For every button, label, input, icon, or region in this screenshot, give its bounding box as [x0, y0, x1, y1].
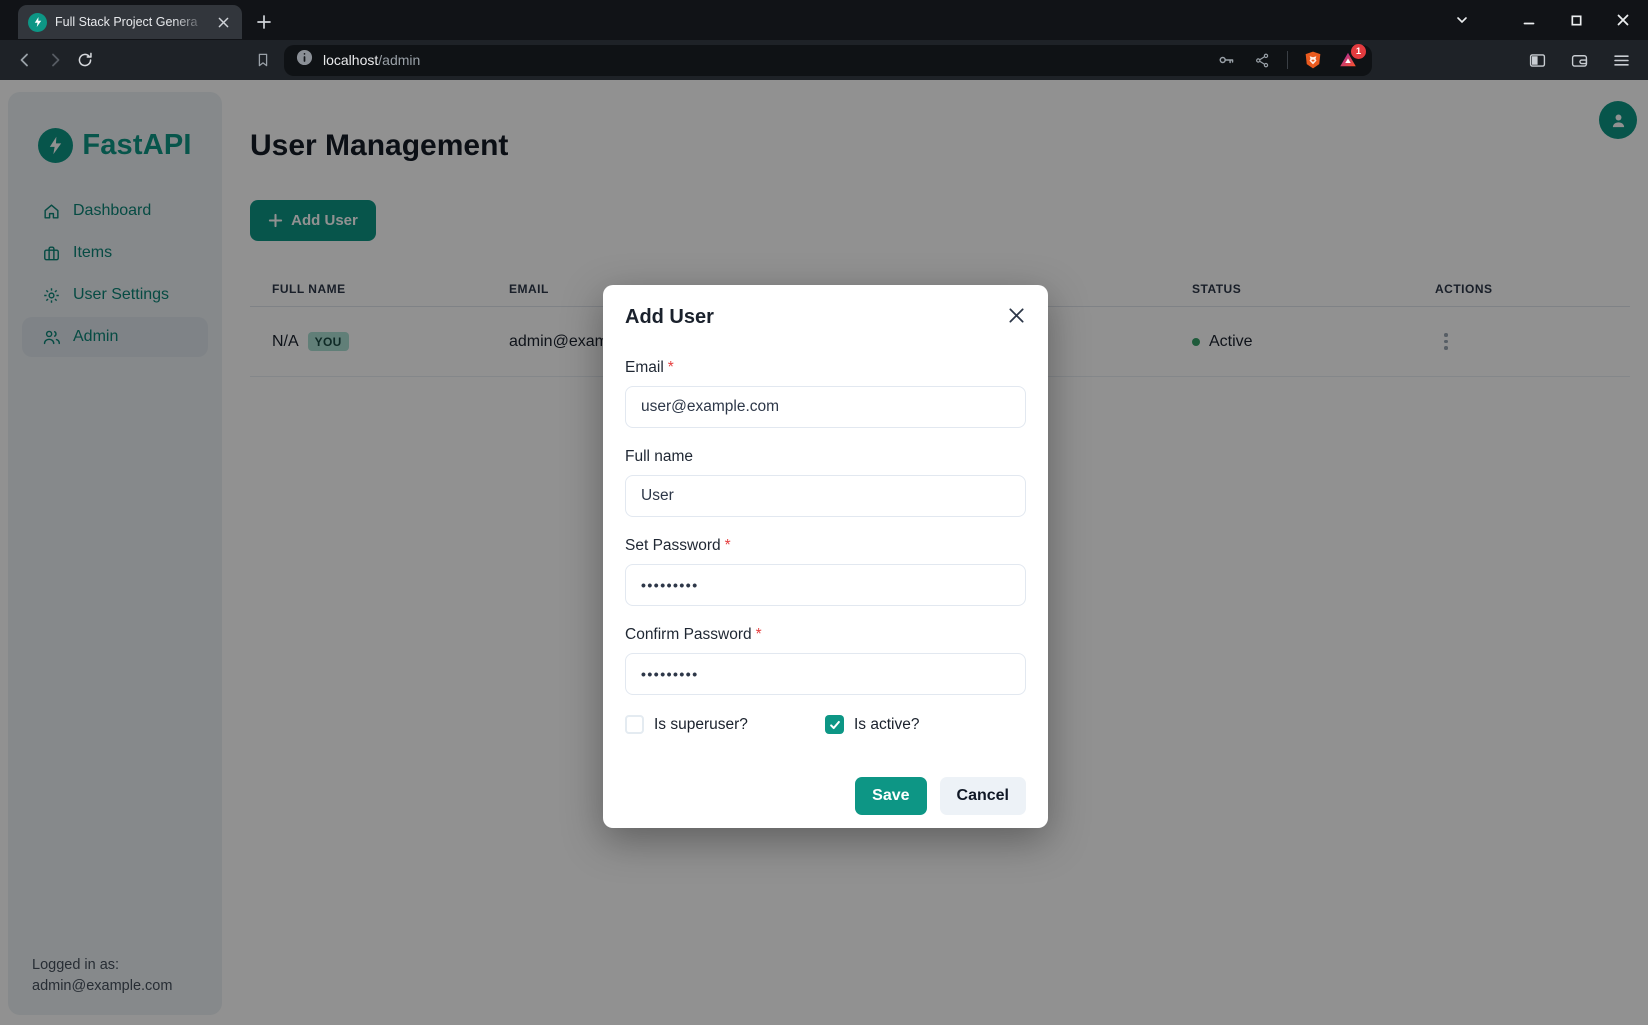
- modal-footer: Save Cancel: [625, 777, 1026, 815]
- confirm-password-field-group: Confirm Password*: [625, 626, 1026, 695]
- tab-close-icon[interactable]: [212, 11, 234, 33]
- web-page: FastAPI Dashboard Items User Settings A: [0, 80, 1648, 1025]
- modal-close-icon[interactable]: [1003, 302, 1029, 328]
- address-bar[interactable]: localhost/admin 1: [284, 45, 1372, 76]
- toolbar-right-icons: [1522, 45, 1636, 75]
- save-button[interactable]: Save: [855, 777, 926, 815]
- key-icon[interactable]: [1211, 45, 1241, 75]
- confirm-password-input[interactable]: [625, 653, 1026, 695]
- tab-strip: Full Stack Project Genera: [0, 0, 1648, 40]
- cancel-button[interactable]: Cancel: [940, 777, 1026, 815]
- required-marker: *: [668, 359, 674, 376]
- is-active-checkbox[interactable]: [825, 715, 844, 734]
- wallet-icon[interactable]: [1564, 45, 1594, 75]
- url-host: localhost: [323, 52, 378, 68]
- check-icon: [829, 719, 841, 731]
- required-marker: *: [725, 537, 731, 554]
- browser-toolbar: localhost/admin 1: [0, 40, 1648, 80]
- window-controls: [1447, 0, 1638, 40]
- browser-window: Full Stack Project Genera: [0, 0, 1648, 1025]
- url-text: localhost/admin: [323, 52, 1211, 68]
- tab-title: Full Stack Project Genera: [55, 15, 212, 29]
- forward-icon[interactable]: [40, 45, 70, 75]
- menu-icon[interactable]: [1606, 45, 1636, 75]
- address-bar-actions: 1: [1211, 45, 1362, 75]
- full-name-label: Full name: [625, 448, 1026, 466]
- sidebar-toggle-icon[interactable]: [1522, 45, 1552, 75]
- url-path: /admin: [378, 52, 420, 68]
- email-input[interactable]: [625, 386, 1026, 428]
- full-name-field-group: Full name: [625, 448, 1026, 517]
- window-close-icon[interactable]: [1608, 5, 1638, 35]
- window-maximize-icon[interactable]: [1561, 5, 1591, 35]
- add-user-form: Email* Full name Set Password* Confirm P…: [625, 359, 1026, 815]
- confirm-password-label: Confirm Password*: [625, 626, 1026, 644]
- site-info-icon[interactable]: [296, 49, 313, 71]
- brave-rewards-icon[interactable]: 1: [1334, 46, 1362, 74]
- bookmark-icon[interactable]: [248, 45, 278, 75]
- is-active-group[interactable]: Is active?: [825, 715, 1025, 734]
- window-chevron-down-icon[interactable]: [1447, 5, 1477, 35]
- back-icon[interactable]: [10, 45, 40, 75]
- window-minimize-icon[interactable]: [1514, 5, 1544, 35]
- rewards-badge: 1: [1351, 44, 1366, 59]
- set-password-field-group: Set Password*: [625, 537, 1026, 606]
- modal-title: Add User: [625, 306, 1026, 329]
- email-label: Email*: [625, 359, 1026, 377]
- is-superuser-group[interactable]: Is superuser?: [625, 715, 825, 734]
- new-tab-button[interactable]: [250, 8, 278, 36]
- reload-icon[interactable]: [70, 45, 100, 75]
- share-icon[interactable]: [1247, 45, 1277, 75]
- brave-shield-icon[interactable]: [1298, 45, 1328, 75]
- set-password-input[interactable]: [625, 564, 1026, 606]
- set-password-label: Set Password*: [625, 537, 1026, 555]
- checkbox-row: Is superuser? Is active?: [625, 715, 1026, 734]
- toolbar-separator: [1287, 51, 1288, 69]
- is-superuser-checkbox[interactable]: [625, 715, 644, 734]
- is-active-label: Is active?: [854, 716, 919, 734]
- required-marker: *: [756, 626, 762, 643]
- fastapi-favicon-icon: [28, 13, 47, 32]
- is-superuser-label: Is superuser?: [654, 716, 748, 734]
- full-name-input[interactable]: [625, 475, 1026, 517]
- add-user-modal: Add User Email* Full name Set Password*: [603, 285, 1048, 828]
- browser-tab[interactable]: Full Stack Project Genera: [18, 5, 242, 39]
- email-field-group: Email*: [625, 359, 1026, 428]
